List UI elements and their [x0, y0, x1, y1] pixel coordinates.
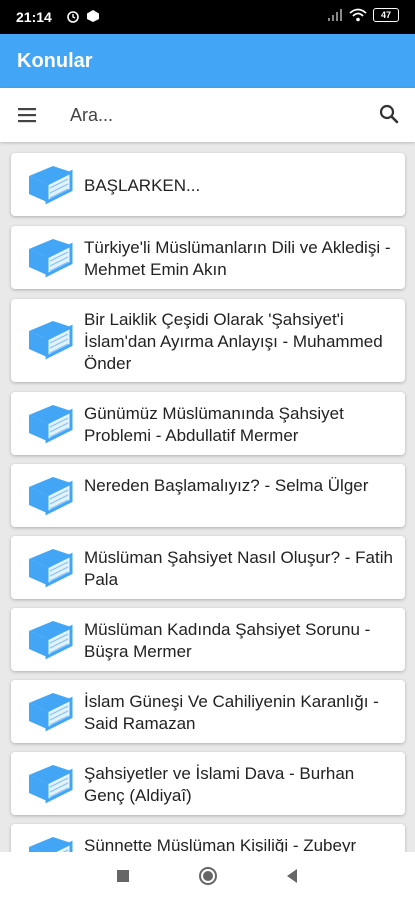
topic-list: BAŞLARKEN... Türkiye'li Müslümanların Dil…	[0, 142, 415, 852]
topic-title: Müslüman Şahsiyet Nasıl Oluşur? - Fatih …	[84, 548, 393, 589]
alarm-icon	[67, 11, 79, 23]
book-icon	[23, 162, 75, 206]
app-bar: Konular	[0, 34, 415, 88]
search-bar: Ara...	[0, 88, 415, 142]
topic-title: Sünnette Müslüman Kişiliği - Zubeyr	[84, 836, 357, 852]
topic-list-item[interactable]: Türkiye'li Müslümanların Dili ve Aklediş…	[11, 226, 405, 289]
book-icon	[23, 545, 75, 589]
topic-title: Nereden Başlamalıyız? - Selma Ülger	[84, 476, 369, 495]
topic-list-item[interactable]: İslam Güneşi Ve Cahiliyenin Karanlığı - …	[11, 680, 405, 743]
book-icon	[23, 761, 75, 805]
app-notification-icon	[87, 10, 99, 22]
search-input[interactable]: Ara...	[70, 105, 113, 126]
topic-list-item[interactable]: Müslüman Şahsiyet Nasıl Oluşur? - Fatih …	[11, 536, 405, 599]
topic-title: Bir Laiklik Çeşidi Olarak 'Şahsiyet'i İs…	[84, 310, 383, 373]
page-title: Konular	[17, 50, 93, 72]
topic-title: Günümüz Müslümanında Şahsiyet Problemi -…	[84, 404, 344, 445]
book-icon	[23, 617, 75, 661]
topic-list-item[interactable]: Şahsiyetler ve İslami Dava - Burhan Genç…	[11, 752, 405, 815]
book-icon	[23, 235, 75, 279]
recent-apps-icon[interactable]	[115, 866, 131, 886]
menu-icon[interactable]	[16, 104, 38, 126]
home-icon[interactable]	[197, 866, 219, 886]
signal-icon	[328, 9, 342, 21]
book-icon	[23, 689, 75, 733]
book-icon	[23, 401, 75, 445]
status-time: 21:14	[16, 9, 52, 25]
battery-icon: 47	[373, 8, 399, 22]
topic-title: BAŞLARKEN...	[84, 176, 201, 195]
topic-title: Müslüman Kadında Şahsiyet Sorunu - Büşra…	[84, 620, 371, 661]
topic-list-item[interactable]: Sünnette Müslüman Kişiliği - Zubeyr	[11, 824, 405, 852]
back-icon[interactable]	[284, 866, 300, 886]
book-icon	[23, 317, 75, 361]
book-icon	[23, 833, 75, 852]
topic-title: Şahsiyetler ve İslami Dava - Burhan Genç…	[84, 764, 355, 805]
status-bar: 21:14 47	[0, 0, 415, 34]
topic-list-item[interactable]: BAŞLARKEN...	[11, 153, 405, 216]
topic-title: Türkiye'li Müslümanların Dili ve Aklediş…	[84, 238, 391, 279]
topic-list-item[interactable]: Nereden Başlamalıyız? - Selma Ülger	[11, 464, 405, 527]
topic-list-item[interactable]: Günümüz Müslümanında Şahsiyet Problemi -…	[11, 392, 405, 455]
navigation-bar	[0, 852, 415, 900]
topic-title: İslam Güneşi Ve Cahiliyenin Karanlığı - …	[84, 692, 379, 733]
topic-list-item[interactable]: Bir Laiklik Çeşidi Olarak 'Şahsiyet'i İs…	[11, 299, 405, 382]
book-icon	[23, 473, 75, 517]
search-icon[interactable]	[377, 102, 401, 126]
topic-list-item[interactable]: Müslüman Kadında Şahsiyet Sorunu - Büşra…	[11, 608, 405, 671]
battery-level: 47	[380, 10, 391, 20]
wifi-icon	[349, 8, 367, 22]
